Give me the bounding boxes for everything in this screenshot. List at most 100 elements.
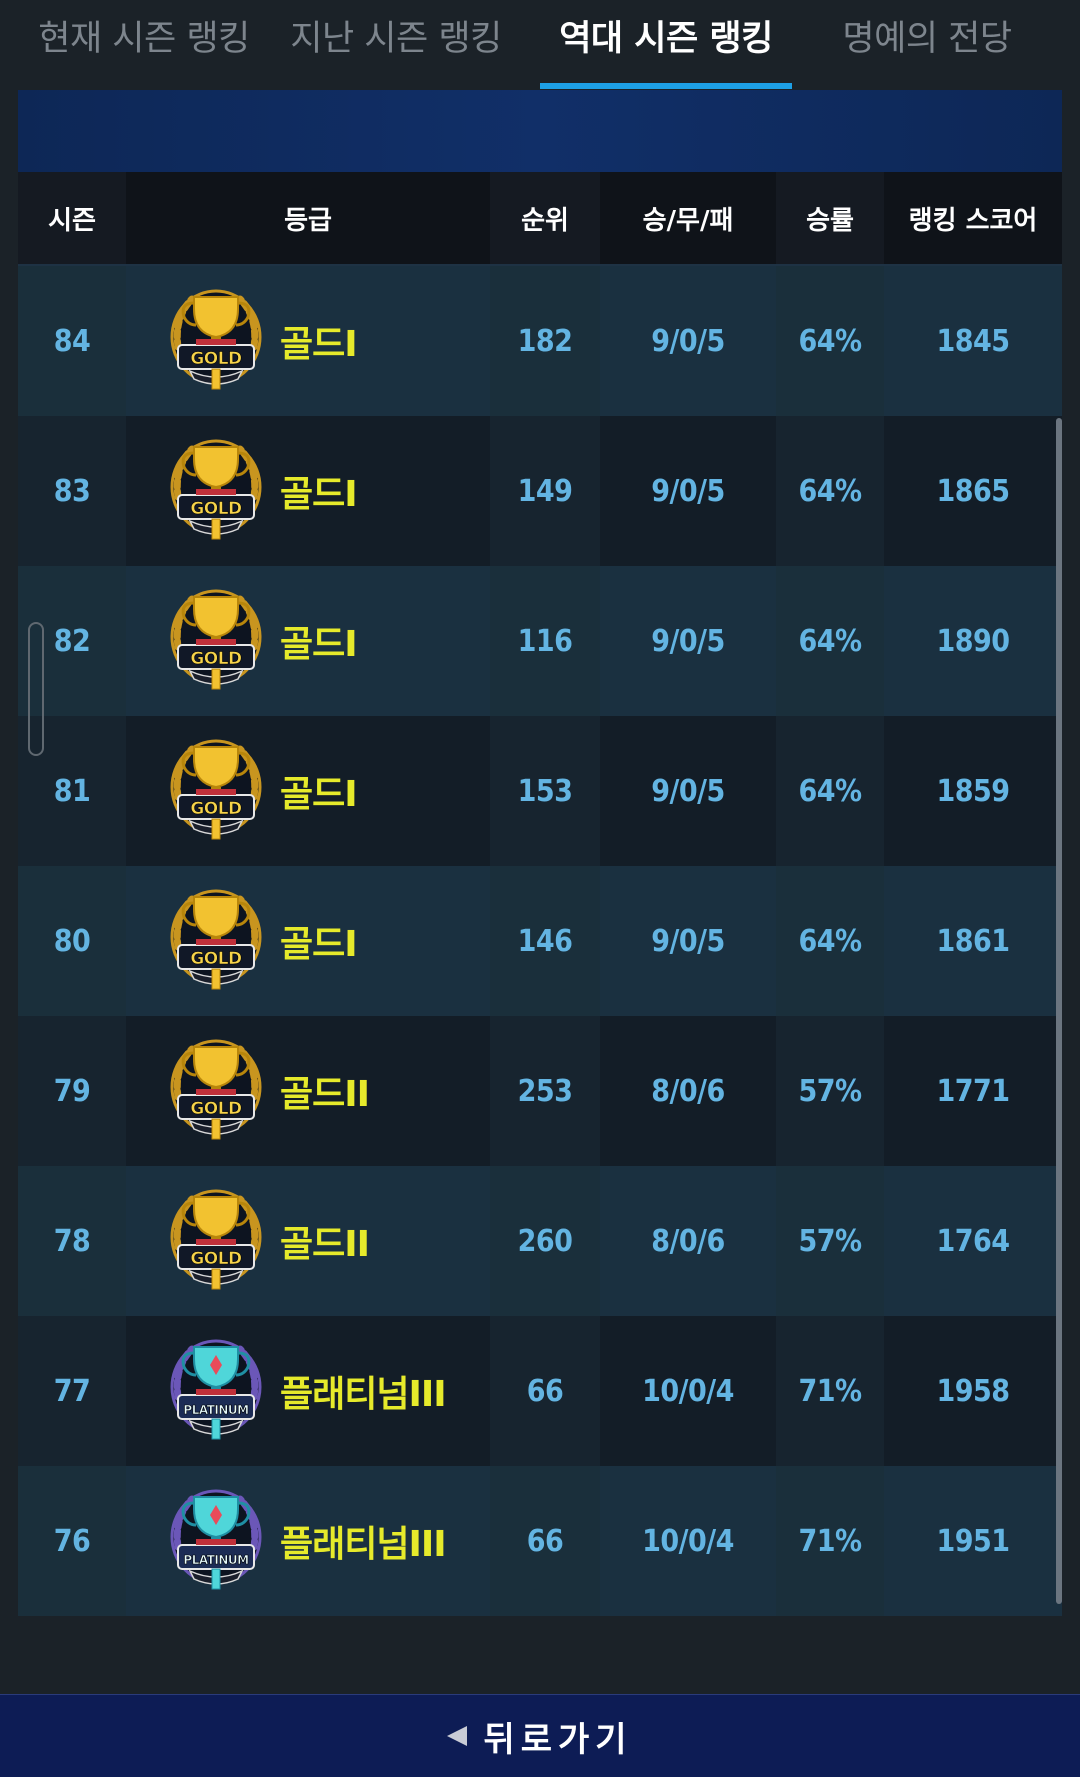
tab-current-season[interactable]: 현재 시즌 랭킹 <box>18 0 270 88</box>
back-arrow-icon <box>447 1726 468 1746</box>
header-score: 랭킹 스코어 <box>884 172 1062 264</box>
table-body[interactable]: 84 GOLD 골드I 182 9/0/5 64% 1845 83 GOLD 골드I 149 9/0/… <box>18 266 1062 1616</box>
score-cell: 1890 <box>884 566 1062 716</box>
grade-name: 플래티넘III <box>280 1374 447 1415</box>
record-cell: 10/0/4 <box>600 1316 776 1466</box>
rank-cell: 182 <box>490 266 600 416</box>
scroll-handle[interactable] <box>28 622 44 756</box>
season-cell: 80 <box>18 866 126 1016</box>
grade-name: 골드I <box>280 774 358 815</box>
winrate-cell: 57% <box>776 1016 884 1166</box>
record-cell: 9/0/5 <box>600 566 776 716</box>
tab-hall-of-fame[interactable]: 명예의 전당 <box>792 0 1062 88</box>
record-cell: 9/0/5 <box>600 416 776 566</box>
back-button[interactable]: 뒤로가기 <box>0 1694 1080 1777</box>
season-cell: 76 <box>18 1466 126 1616</box>
table-banner <box>18 90 1062 172</box>
grade-name: 골드I <box>280 474 358 515</box>
season-cell: 83 <box>18 416 126 566</box>
record-cell: 9/0/5 <box>600 266 776 416</box>
record-cell: 9/0/5 <box>600 716 776 866</box>
header-season: 시즌 <box>18 172 126 264</box>
score-cell: 1958 <box>884 1316 1062 1466</box>
winrate-cell: 71% <box>776 1466 884 1616</box>
winrate-cell: 64% <box>776 416 884 566</box>
grade-cell: GOLD 골드I <box>126 566 490 716</box>
season-cell: 79 <box>18 1016 126 1166</box>
gold-trophy-badge-icon: GOLD <box>166 287 266 395</box>
season-cell: 77 <box>18 1316 126 1466</box>
record-cell: 8/0/6 <box>600 1166 776 1316</box>
svg-text:GOLD: GOLD <box>190 1249 242 1269</box>
grade-cell: GOLD 골드I <box>126 266 490 416</box>
score-cell: 1859 <box>884 716 1062 866</box>
rank-cell: 66 <box>490 1316 600 1466</box>
rank-cell: 260 <box>490 1166 600 1316</box>
rank-cell: 253 <box>490 1016 600 1166</box>
grade-name: 골드I <box>280 624 358 665</box>
gold-trophy-badge-icon: GOLD <box>166 737 266 845</box>
record-cell: 10/0/4 <box>600 1466 776 1616</box>
winrate-cell: 64% <box>776 866 884 1016</box>
svg-text:GOLD: GOLD <box>190 499 242 519</box>
score-cell: 1845 <box>884 266 1062 416</box>
score-cell: 1764 <box>884 1166 1062 1316</box>
winrate-cell: 57% <box>776 1166 884 1316</box>
winrate-cell: 71% <box>776 1316 884 1466</box>
table-row[interactable]: 84 GOLD 골드I 182 9/0/5 64% 1845 <box>18 266 1062 416</box>
season-history-table: 시즌 등급 순위 승/무/패 승률 랭킹 스코어 84 GOLD 골드I 182 9/0… <box>18 172 1062 1616</box>
svg-text:GOLD: GOLD <box>190 799 242 819</box>
season-cell: 78 <box>18 1166 126 1316</box>
grade-name: 골드II <box>280 1224 370 1265</box>
scrollbar[interactable] <box>1056 418 1062 1604</box>
svg-text:GOLD: GOLD <box>190 349 242 369</box>
rank-cell: 146 <box>490 866 600 1016</box>
gold-trophy-badge-icon: GOLD <box>166 887 266 995</box>
season-cell: 84 <box>18 266 126 416</box>
gold-trophy-badge-icon: GOLD <box>166 437 266 545</box>
table-row[interactable]: 77 PLATINUM 플래티넘III 66 10/0/4 71% 1958 <box>18 1316 1062 1466</box>
table-row[interactable]: 80 GOLD 골드I 146 9/0/5 64% 1861 <box>18 866 1062 1016</box>
winrate-cell: 64% <box>776 566 884 716</box>
tab-last-season[interactable]: 지난 시즌 랭킹 <box>270 0 522 88</box>
header-winrate: 승률 <box>776 172 884 264</box>
back-label: 뒤로가기 <box>483 1719 633 1760</box>
header-record: 승/무/패 <box>600 172 776 264</box>
table-row[interactable]: 76 PLATINUM 플래티넘III 66 10/0/4 71% 1951 <box>18 1466 1062 1616</box>
svg-text:GOLD: GOLD <box>190 949 242 969</box>
table-row[interactable]: 78 GOLD 골드II 260 8/0/6 57% 1764 <box>18 1166 1062 1316</box>
rank-cell: 116 <box>490 566 600 716</box>
platinum-trophy-badge-icon: PLATINUM <box>166 1337 266 1445</box>
table-row[interactable]: 82 GOLD 골드I 116 9/0/5 64% 1890 <box>18 566 1062 716</box>
rank-cell: 66 <box>490 1466 600 1616</box>
grade-name: 골드I <box>280 324 358 365</box>
header-grade: 등급 <box>126 172 490 264</box>
winrate-cell: 64% <box>776 716 884 866</box>
grade-cell: GOLD 골드I <box>126 416 490 566</box>
rank-cell: 149 <box>490 416 600 566</box>
score-cell: 1865 <box>884 416 1062 566</box>
table-row[interactable]: 83 GOLD 골드I 149 9/0/5 64% 1865 <box>18 416 1062 566</box>
header-rank: 순위 <box>490 172 600 264</box>
table-row[interactable]: 79 GOLD 골드II 253 8/0/6 57% 1771 <box>18 1016 1062 1166</box>
record-cell: 8/0/6 <box>600 1016 776 1166</box>
gold-trophy-badge-icon: GOLD <box>166 1037 266 1145</box>
grade-cell: GOLD 골드II <box>126 1016 490 1166</box>
svg-text:GOLD: GOLD <box>190 1099 242 1119</box>
grade-name: 골드II <box>280 1074 370 1115</box>
grade-name: 골드I <box>280 924 358 965</box>
score-cell: 1861 <box>884 866 1062 1016</box>
grade-cell: GOLD 골드I <box>126 866 490 1016</box>
grade-cell: GOLD 골드II <box>126 1166 490 1316</box>
table-row[interactable]: 81 GOLD 골드I 153 9/0/5 64% 1859 <box>18 716 1062 866</box>
score-cell: 1771 <box>884 1016 1062 1166</box>
tab-bar: 현재 시즌 랭킹 지난 시즌 랭킹 역대 시즌 랭킹 명예의 전당 <box>18 0 1062 88</box>
tab-all-seasons[interactable]: 역대 시즌 랭킹 <box>540 0 792 88</box>
grade-name: 플래티넘III <box>280 1524 447 1565</box>
grade-cell: PLATINUM 플래티넘III <box>126 1466 490 1616</box>
score-cell: 1951 <box>884 1466 1062 1616</box>
winrate-cell: 64% <box>776 266 884 416</box>
svg-text:PLATINUM: PLATINUM <box>183 1403 248 1417</box>
svg-text:PLATINUM: PLATINUM <box>183 1553 248 1567</box>
svg-text:GOLD: GOLD <box>190 649 242 669</box>
